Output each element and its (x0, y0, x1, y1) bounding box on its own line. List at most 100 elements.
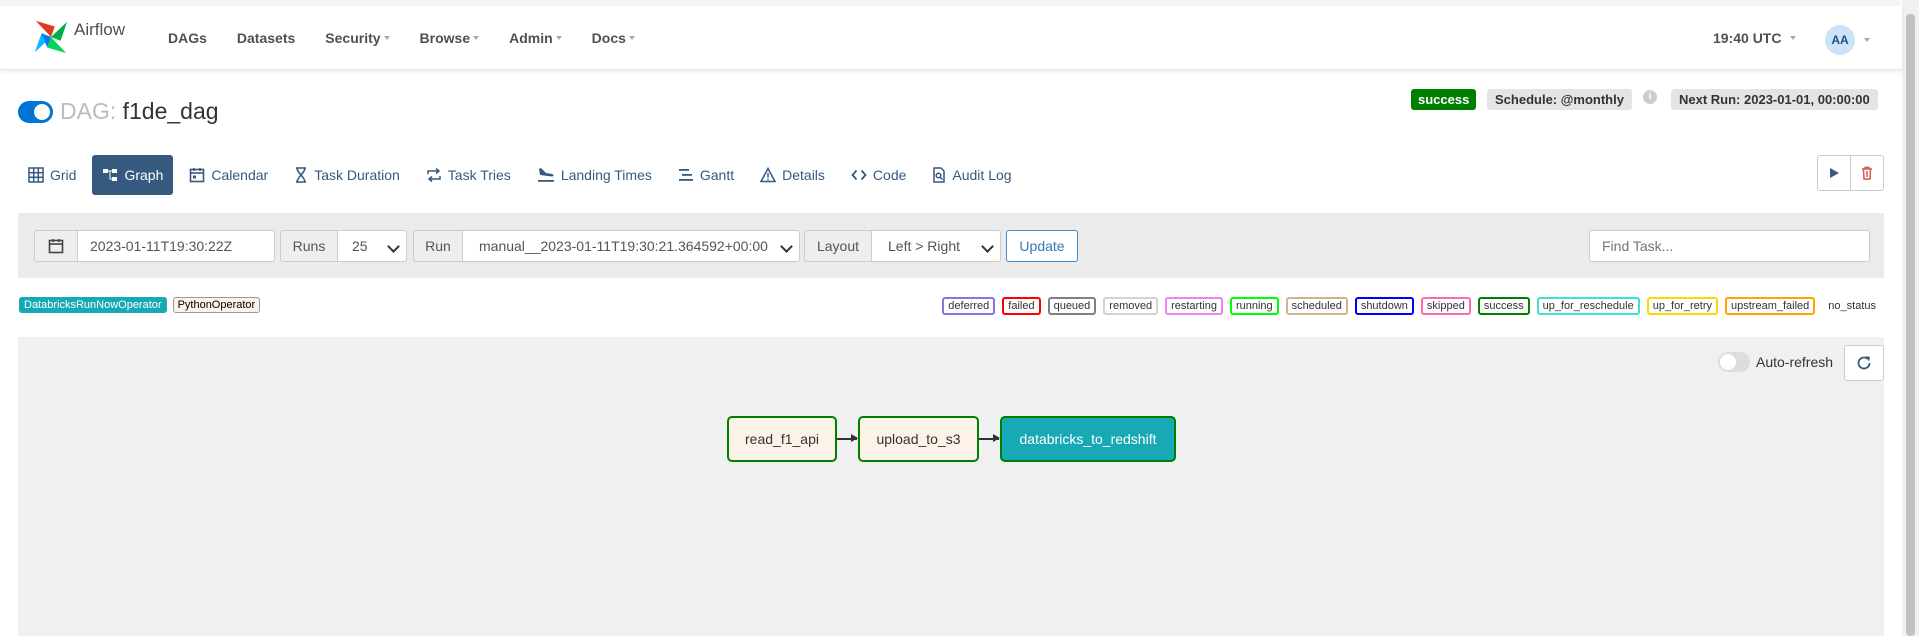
dag-pause-toggle[interactable] (18, 101, 53, 123)
app-name: Airflow (74, 20, 126, 39)
nav-security[interactable]: Security (325, 30, 390, 46)
operator-chip-databricks[interactable]: DatabricksRunNowOperator (19, 297, 167, 313)
edge-upload-to-databricks (979, 435, 1000, 441)
state-chip-failed[interactable]: failed (1002, 297, 1041, 315)
tab-graph[interactable]: Graph (92, 155, 174, 195)
runs-label-addon: Runs (280, 230, 338, 262)
refresh-button[interactable] (1844, 345, 1884, 381)
state-chip-queued[interactable]: queued (1047, 297, 1097, 315)
utc-clock-dropdown[interactable]: 19:40 UTC (1713, 30, 1797, 46)
tab-details-label: Details (782, 167, 825, 183)
hourglass-icon (296, 167, 307, 183)
schedule-badge: Schedule: @monthly (1487, 89, 1632, 110)
run-label-addon: Run (413, 230, 463, 262)
landing-icon (537, 168, 554, 182)
nav-docs-label: Docs (591, 30, 626, 46)
dag-name[interactable]: f1de_dag (123, 98, 219, 124)
dag-view-tabs: Grid Graph Calendar Task Duration Task T… (18, 155, 1028, 195)
airflow-pinwheel-icon (34, 20, 68, 54)
state-chip-shutdown[interactable]: shutdown (1354, 297, 1414, 315)
state-chip-skipped[interactable]: skipped (1420, 297, 1471, 315)
tab-task-tries[interactable]: Task Tries (416, 155, 521, 195)
runs-value: 25 (352, 238, 368, 254)
chevron-down-icon (387, 240, 400, 253)
runs-select[interactable]: 25 (337, 230, 407, 262)
tab-calendar[interactable]: Calendar (179, 155, 278, 195)
find-task-input[interactable] (1589, 230, 1870, 262)
base-date-addon[interactable] (34, 230, 78, 262)
delete-dag-button[interactable] (1851, 155, 1884, 191)
dag-state-badge: success (1411, 89, 1477, 110)
chevron-down-icon (473, 36, 480, 40)
nav-browse-label: Browse (419, 30, 471, 46)
chevron-down-icon (1790, 36, 1797, 40)
tab-details[interactable]: Details (750, 155, 835, 195)
tab-grid[interactable]: Grid (18, 155, 86, 195)
tab-audit-log[interactable]: Audit Log (922, 155, 1021, 195)
update-button[interactable]: Update (1006, 230, 1078, 262)
state-chip-up-for-retry[interactable]: up_for_retry (1646, 297, 1719, 315)
info-icon[interactable]: i (1643, 90, 1657, 104)
chevron-down-icon (628, 36, 635, 40)
run-select[interactable]: manual__2023-01-11T19:30:21.364592+00:00 (462, 230, 800, 262)
nav-admin[interactable]: Admin (509, 30, 562, 46)
state-chip-removed[interactable]: removed (1103, 297, 1159, 315)
nav-browse[interactable]: Browse (420, 30, 480, 46)
scrollbar-thumb[interactable] (1906, 14, 1915, 636)
play-icon (1830, 168, 1839, 178)
toggle-knob (34, 104, 50, 120)
task-node-label: read_f1_api (745, 431, 819, 447)
tab-audit-log-label: Audit Log (952, 167, 1012, 183)
auto-refresh-toggle[interactable] (1718, 352, 1750, 372)
run-label: Run (425, 238, 451, 254)
nav-datasets[interactable]: Datasets (237, 30, 295, 46)
state-chip-no-status[interactable]: no_status (1822, 297, 1882, 315)
tab-graph-label: Graph (124, 167, 164, 183)
graph-icon (103, 169, 118, 181)
retry-icon (427, 167, 441, 183)
tab-landing-times[interactable]: Landing Times (527, 155, 662, 195)
nav-menu: DAGs Datasets Security Browse Admin Docs (168, 30, 665, 46)
chevron-down-icon (555, 36, 562, 40)
dag-actions (1817, 155, 1884, 191)
avatar: AA (1825, 25, 1855, 55)
trigger-dag-button[interactable] (1817, 155, 1851, 191)
tab-task-duration[interactable]: Task Duration (284, 155, 410, 195)
auto-refresh-control[interactable]: Auto-refresh (1718, 352, 1833, 372)
state-chip-running[interactable]: running (1229, 297, 1279, 315)
operator-chip-python[interactable]: PythonOperator (172, 297, 261, 313)
tab-code[interactable]: Code (841, 155, 916, 195)
state-chip-up-for-reschedule[interactable]: up_for_reschedule (1536, 297, 1640, 315)
layout-label: Layout (816, 238, 860, 254)
layout-select[interactable]: Left > Right (871, 230, 1001, 262)
state-chip-success[interactable]: success (1477, 297, 1530, 315)
tab-calendar-label: Calendar (211, 167, 269, 183)
auto-refresh-label: Auto-refresh (1756, 354, 1834, 370)
tab-landing-times-label: Landing Times (560, 167, 652, 183)
task-node-databricks-to-redshift[interactable]: databricks_to_redshift (1000, 416, 1176, 462)
nav-docs[interactable]: Docs (592, 30, 635, 46)
graph-canvas[interactable] (18, 337, 1884, 636)
state-chip-deferred[interactable]: deferred (942, 297, 996, 315)
warning-triangle-icon (760, 167, 777, 183)
tab-gantt[interactable]: Gantt (668, 155, 744, 195)
page-scrollbar[interactable] (1902, 0, 1919, 636)
tab-task-duration-label: Task Duration (314, 167, 400, 183)
base-date-input[interactable]: 2023-01-11T19:30:22Z (77, 230, 275, 262)
nav-dags[interactable]: DAGs (168, 30, 207, 46)
chevron-down-icon (383, 36, 390, 40)
operator-legend: DatabricksRunNowOperator PythonOperator (19, 297, 261, 313)
state-chip-restarting[interactable]: restarting (1165, 297, 1223, 315)
chevron-down-icon (981, 240, 994, 253)
tab-task-tries-label: Task Tries (447, 167, 511, 183)
user-menu[interactable]: AA (1825, 25, 1870, 55)
state-chip-scheduled[interactable]: scheduled (1285, 297, 1348, 315)
calendar-icon (48, 239, 64, 254)
layout-value: Left > Right (888, 238, 960, 254)
task-node-read-f1-api[interactable]: read_f1_api (727, 416, 837, 462)
code-icon (851, 169, 867, 181)
task-node-upload-to-s3[interactable]: upload_to_s3 (858, 416, 979, 462)
airflow-logo[interactable]: Airflow (32, 18, 125, 56)
state-chip-upstream-failed[interactable]: upstream_failed (1725, 297, 1816, 315)
audit-log-icon (933, 167, 946, 183)
